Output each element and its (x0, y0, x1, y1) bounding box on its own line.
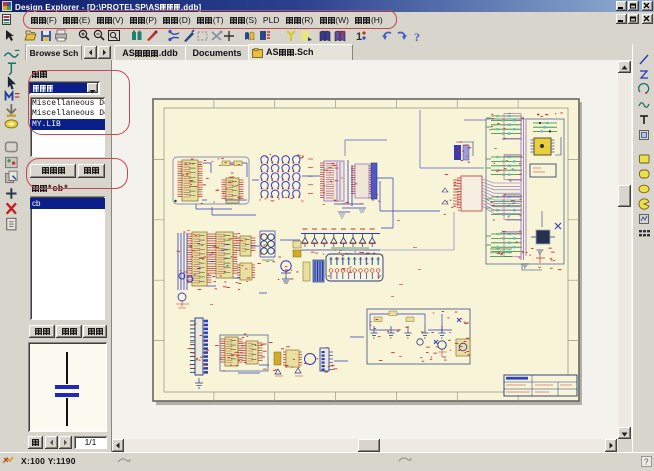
svg-text:1: 1 (356, 31, 362, 43)
svg-text:?: ? (414, 30, 420, 43)
svg-text:?: ? (644, 458, 649, 467)
